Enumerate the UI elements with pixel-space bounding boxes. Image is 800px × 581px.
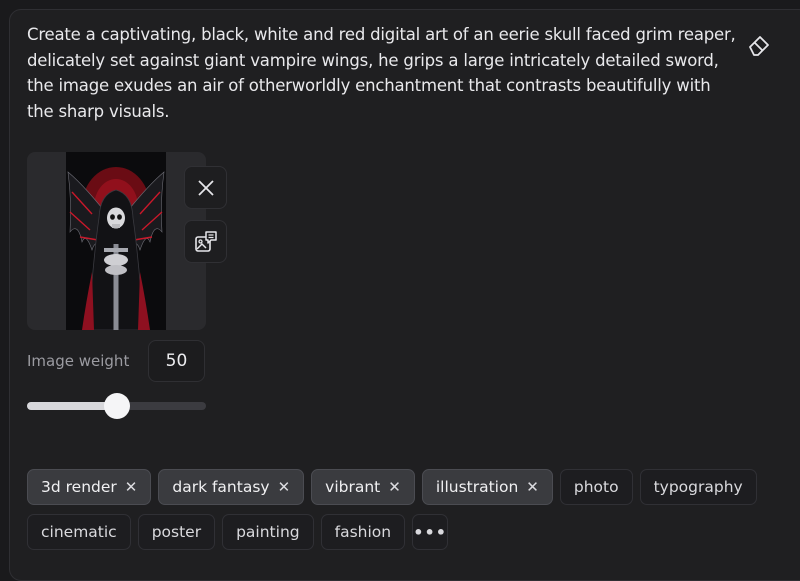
reference-image — [66, 152, 166, 330]
style-chip-photo[interactable]: photo — [559, 469, 633, 505]
style-chip-label: cinematic — [41, 523, 117, 541]
style-chip-label: fashion — [334, 523, 392, 541]
remove-chip-icon[interactable]: ✕ — [388, 479, 401, 495]
close-icon — [197, 179, 214, 196]
style-chip-cinematic[interactable]: cinematic — [27, 514, 131, 550]
style-chip-painting[interactable]: painting — [222, 514, 314, 550]
style-chip-fashion[interactable]: fashion — [320, 514, 406, 550]
image-weight-input[interactable]: 50 — [148, 340, 205, 382]
style-chip-label: photo — [573, 478, 619, 496]
style-chip-label: poster — [151, 523, 202, 541]
style-chip-label: vibrant — [325, 478, 381, 496]
remove-chip-icon[interactable]: ✕ — [526, 479, 539, 495]
style-chip-illustration[interactable]: illustration ✕ — [421, 469, 553, 505]
more-styles-button[interactable]: ••• — [412, 514, 449, 550]
image-weight-slider[interactable] — [27, 392, 206, 420]
style-chip-label: 3d render — [41, 478, 117, 496]
remove-chip-icon[interactable]: ✕ — [278, 479, 291, 495]
style-chip-3d-render[interactable]: 3d render ✕ — [27, 469, 152, 505]
style-chips-row-1: 3d render ✕ dark fantasy ✕ vibrant ✕ illustrat… — [27, 469, 757, 505]
remove-image-button[interactable] — [184, 166, 227, 209]
prompt-text[interactable]: Create a captivating, black, white and r… — [27, 22, 737, 124]
style-chip-vibrant[interactable]: vibrant ✕ — [311, 469, 415, 505]
style-chip-poster[interactable]: poster — [137, 514, 216, 550]
style-chip-label: illustration — [435, 478, 519, 496]
remove-chip-icon[interactable]: ✕ — [125, 479, 138, 495]
eraser-icon[interactable] — [746, 32, 772, 58]
style-chip-label: dark fantasy — [172, 478, 270, 496]
image-weight-label: Image weight — [27, 352, 130, 370]
slider-thumb[interactable] — [103, 393, 130, 419]
reference-image-frame — [27, 152, 206, 330]
style-chip-typography[interactable]: typography — [639, 469, 757, 505]
style-chip-dark-fantasy[interactable]: dark fantasy ✕ — [158, 469, 305, 505]
image-comment-icon — [194, 230, 217, 252]
style-chip-label: typography — [653, 478, 743, 496]
style-chip-label: painting — [236, 523, 300, 541]
style-chips-row-2: cinematic poster painting fashion ••• — [27, 514, 449, 550]
describe-image-button[interactable] — [184, 220, 227, 263]
